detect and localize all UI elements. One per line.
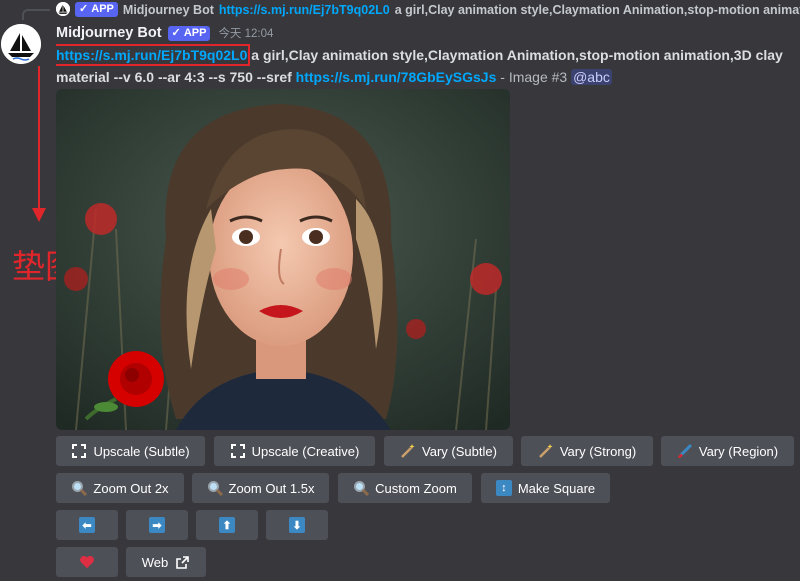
reply-avatar[interactable] xyxy=(56,2,70,16)
sref-link[interactable]: https://s.mj.run/78GbEySGsJs xyxy=(296,69,497,85)
sailboat-icon xyxy=(56,2,70,16)
magnifier-icon xyxy=(353,480,370,496)
app-badge: ✓ APP xyxy=(75,2,118,17)
zoom-out-1-5x-button[interactable]: Zoom Out 1.5x xyxy=(192,473,329,503)
magnifier-icon xyxy=(71,480,88,496)
vary-region-label: Vary (Region) xyxy=(698,443,779,459)
magnifier-icon xyxy=(207,480,223,496)
sailboat-icon xyxy=(1,24,41,64)
message-content: https://s.mj.run/Ej7bT9q02L0 a girl,Clay… xyxy=(56,44,800,88)
custom-zoom-button[interactable]: Custom Zoom xyxy=(338,473,472,503)
vary-strong-label: Vary (Strong) xyxy=(559,443,637,459)
up-down-arrow-icon: ↕ xyxy=(495,480,512,496)
expand-icon xyxy=(71,443,87,459)
vary-subtle-label: Vary (Subtle) xyxy=(422,443,497,459)
vary-strong-button[interactable]: Vary (Strong) xyxy=(521,436,653,466)
message-header: Midjourney Bot ✓ APP 今天 12:04 xyxy=(56,25,273,41)
pan-left-button[interactable]: ⬅ xyxy=(56,510,118,540)
web-label: Web xyxy=(141,554,169,570)
reply-link[interactable]: https://s.mj.run/Ej7bT9q02L0 xyxy=(219,3,390,17)
prompt-params: material --v 6.0 --ar 4:3 --s 750 --sref xyxy=(56,69,296,85)
reply-preview[interactable]: ✓ APP Midjourney Bot https://s.mj.run/Ej… xyxy=(0,0,800,20)
reply-author[interactable]: Midjourney Bot xyxy=(123,3,214,17)
app-badge: ✓ APP xyxy=(167,25,211,41)
heart-icon xyxy=(79,554,95,570)
zoom-out-2x-button[interactable]: Zoom Out 2x xyxy=(56,473,184,503)
upscale-creative-button[interactable]: Upscale (Creative) xyxy=(214,436,375,466)
magic-wand-icon xyxy=(538,443,554,459)
upscale-creative-label: Upscale (Creative) xyxy=(251,443,360,459)
favorite-button[interactable] xyxy=(56,547,118,577)
make-square-label: Make Square xyxy=(517,480,596,496)
user-mention[interactable]: @abc xyxy=(571,69,612,85)
vary-subtle-button[interactable]: Vary (Subtle) xyxy=(384,436,513,466)
make-square-button[interactable]: ↕ Make Square xyxy=(481,473,610,503)
zoom-out-1-5x-label: Zoom Out 1.5x xyxy=(228,480,315,496)
reply-text: a girl,Clay animation style,Claymation A… xyxy=(394,2,800,17)
prompt-text: a girl,Clay animation style,Claymation A… xyxy=(247,47,783,63)
annotation-arrow xyxy=(38,66,40,214)
upscale-subtle-button[interactable]: Upscale (Subtle) xyxy=(56,436,205,466)
vary-region-button[interactable]: Vary (Region) xyxy=(661,436,794,466)
magic-wand-icon xyxy=(400,443,416,459)
pan-down-button[interactable]: ⬇ xyxy=(266,510,328,540)
zoom-out-2x-label: Zoom Out 2x xyxy=(93,480,169,496)
annotation-arrowhead xyxy=(32,208,46,222)
arrow-up-icon: ⬆ xyxy=(219,517,235,533)
timestamp: 今天 12:04 xyxy=(218,28,274,40)
pan-right-button[interactable]: ➡ xyxy=(126,510,188,540)
web-link-button[interactable]: Web xyxy=(126,547,206,577)
prompt-link[interactable]: https://s.mj.run/Ej7bT9q02L0 xyxy=(56,44,251,66)
generated-image[interactable] xyxy=(56,89,510,430)
upscale-subtle-label: Upscale (Subtle) xyxy=(93,443,190,459)
arrow-right-icon: ➡ xyxy=(149,517,165,533)
avatar[interactable] xyxy=(1,24,41,64)
arrow-left-icon: ⬅ xyxy=(79,517,95,533)
expand-icon xyxy=(230,443,246,459)
author-name[interactable]: Midjourney Bot xyxy=(56,25,162,41)
custom-zoom-label: Custom Zoom xyxy=(375,480,457,496)
pan-up-button[interactable]: ⬆ xyxy=(196,510,258,540)
paintbrush-icon xyxy=(677,443,693,459)
arrow-down-icon: ⬇ xyxy=(289,517,305,533)
external-link-icon xyxy=(174,554,190,570)
reply-connector xyxy=(22,9,50,20)
image-suffix: - Image #3 xyxy=(496,69,572,85)
